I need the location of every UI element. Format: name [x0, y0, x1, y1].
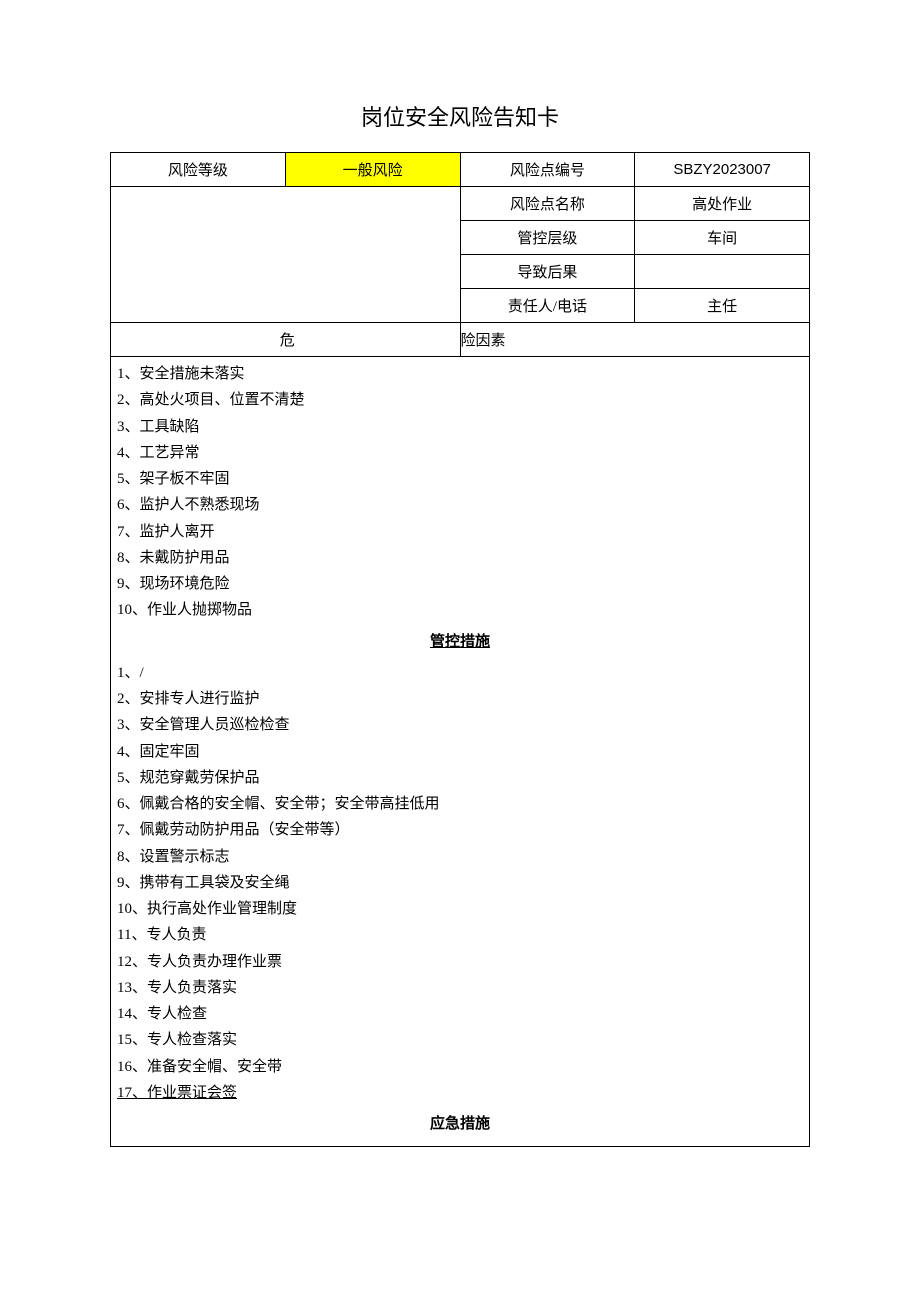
risk-point-name-value: 高处作业: [635, 187, 810, 221]
risk-level-label: 风险等级: [111, 153, 286, 187]
control-item: 16、准备安全帽、安全带: [117, 1054, 803, 1080]
control-item: 12、专人负责办理作业票: [117, 949, 803, 975]
hazard-item: 5、架子板不牢固: [117, 466, 803, 492]
hazard-item: 2、高处火项目、位置不清楚: [117, 387, 803, 413]
control-item: 3、安全管理人员巡检检查: [117, 712, 803, 738]
control-item: 8、设置警示标志: [117, 844, 803, 870]
hazard-item: 7、监护人离开: [117, 519, 803, 545]
risk-point-no-value: SBZY2023007: [635, 153, 810, 187]
control-item: 5、规范穿戴劳保护品: [117, 765, 803, 791]
control-item: 4、固定牢固: [117, 739, 803, 765]
hazard-header-right: 险因素: [460, 323, 810, 357]
hazard-header-left: 危: [111, 323, 461, 357]
responsible-label: 责任人/电话: [460, 289, 635, 323]
control-item: 11、专人负责: [117, 922, 803, 948]
control-item: 2、安排专人进行监护: [117, 686, 803, 712]
image-placeholder: [111, 187, 461, 323]
control-item: 13、专人负责落实: [117, 975, 803, 1001]
control-item: 15、专人检查落实: [117, 1027, 803, 1053]
risk-level-value: 一般风险: [285, 153, 460, 187]
control-item: 14、专人检查: [117, 1001, 803, 1027]
hazard-item: 3、工具缺陷: [117, 414, 803, 440]
consequence-value: [635, 255, 810, 289]
risk-point-name-label: 风险点名称: [460, 187, 635, 221]
control-level-label: 管控层级: [460, 221, 635, 255]
control-list: 1、/2、安排专人进行监护3、安全管理人员巡检检查4、固定牢固5、规范穿戴劳保护…: [117, 660, 803, 1080]
risk-point-no-label: 风险点编号: [460, 153, 635, 187]
control-header: 管控措施: [117, 629, 803, 655]
control-item: 7、佩戴劳动防护用品（安全带等）: [117, 817, 803, 843]
document-title: 岗位安全风险告知卡: [110, 100, 810, 132]
hazard-item: 6、监护人不熟悉现场: [117, 492, 803, 518]
responsible-value: 主任: [635, 289, 810, 323]
control-last-item: 17、作业票证会签: [117, 1080, 803, 1106]
hazard-item: 4、工艺异常: [117, 440, 803, 466]
control-item: 9、携带有工具袋及安全绳: [117, 870, 803, 896]
emergency-header: 应急措施: [117, 1111, 803, 1137]
risk-card-table: 风险等级 一般风险 风险点编号 SBZY2023007 风险点名称 高处作业 管…: [110, 152, 810, 1147]
control-level-value: 车间: [635, 221, 810, 255]
content-cell: 1、安全措施未落实2、高处火项目、位置不清楚3、工具缺陷4、工艺异常5、架子板不…: [111, 357, 810, 1147]
hazard-item: 9、现场环境危险: [117, 571, 803, 597]
hazard-item: 10、作业人抛掷物品: [117, 597, 803, 623]
control-item: 6、佩戴合格的安全帽、安全带；安全带高挂低用: [117, 791, 803, 817]
control-item: 10、执行高处作业管理制度: [117, 896, 803, 922]
hazard-item: 8、未戴防护用品: [117, 545, 803, 571]
hazard-list: 1、安全措施未落实2、高处火项目、位置不清楚3、工具缺陷4、工艺异常5、架子板不…: [117, 361, 803, 624]
consequence-label: 导致后果: [460, 255, 635, 289]
hazard-item: 1、安全措施未落实: [117, 361, 803, 387]
control-item: 1、/: [117, 660, 803, 686]
